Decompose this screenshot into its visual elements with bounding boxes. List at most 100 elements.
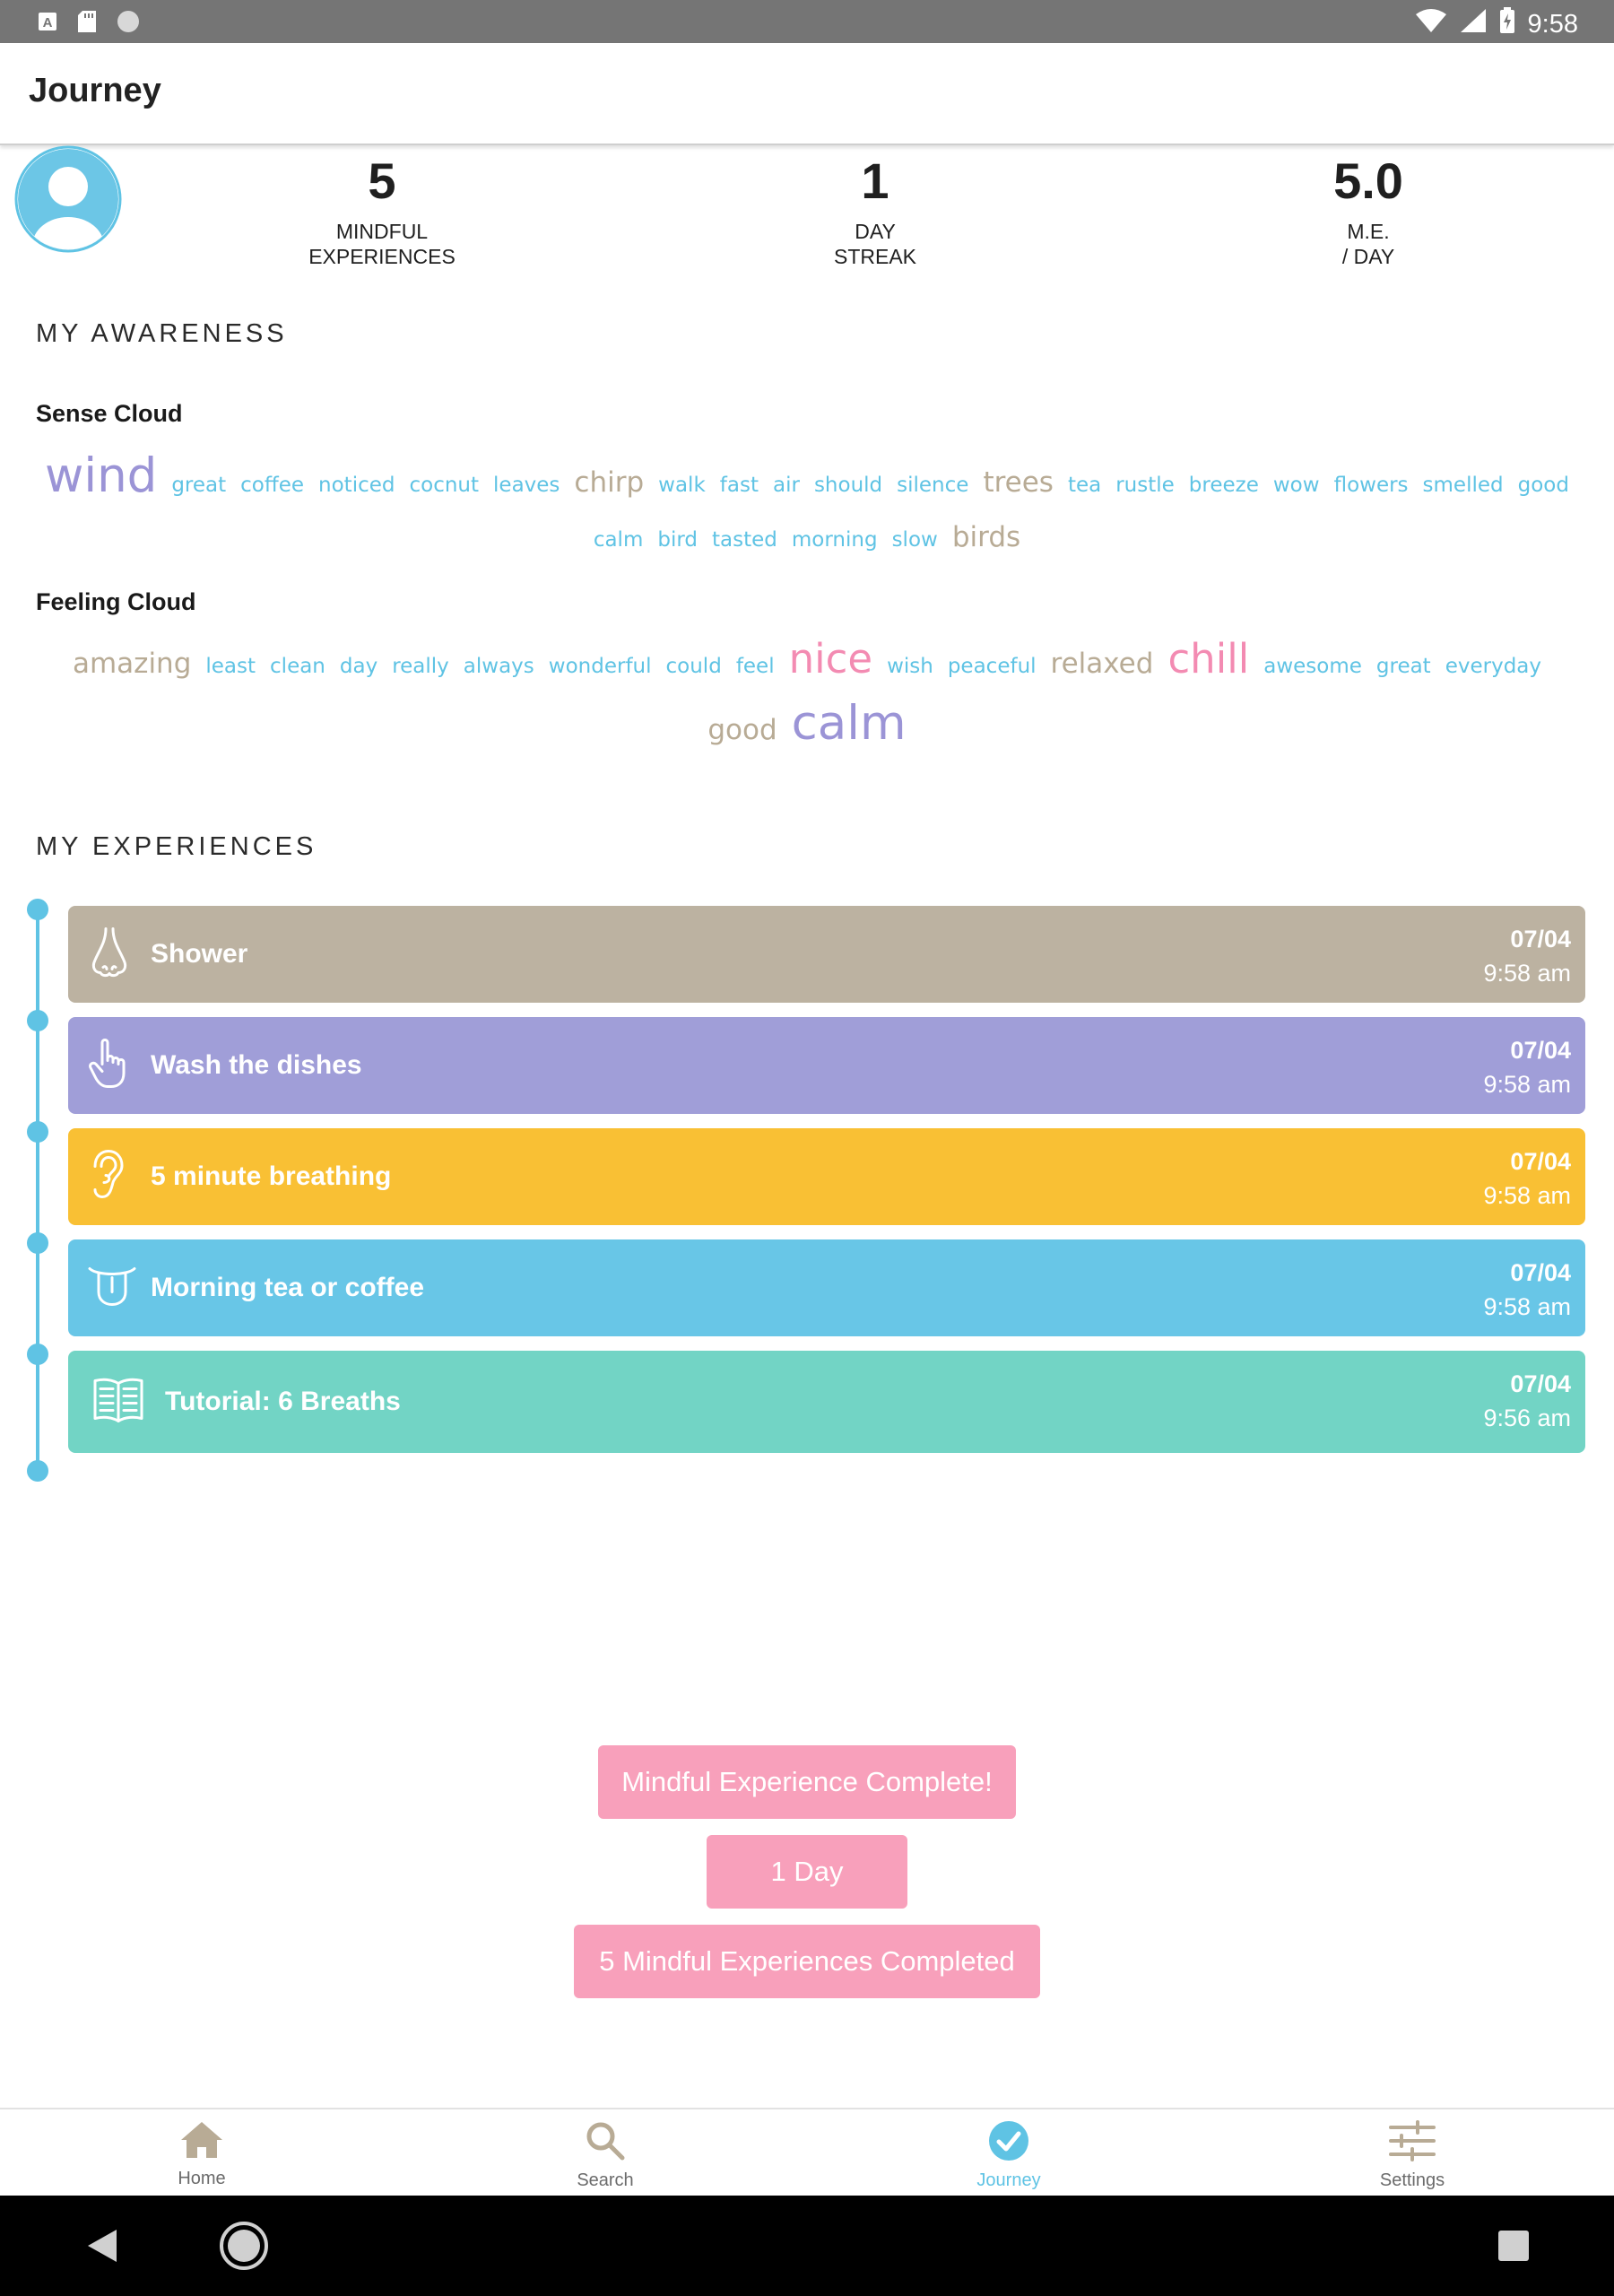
cloud-word: tea [1067, 474, 1102, 497]
search-icon [585, 2122, 626, 2166]
cloud-word: slow [891, 528, 938, 552]
cloud-word: relaxed [1050, 648, 1154, 680]
timeline-dot [27, 1010, 48, 1031]
nav-label: Journey [976, 2170, 1041, 2190]
home-circle-icon[interactable] [219, 2221, 269, 2275]
cloud-word: amazing [72, 648, 192, 680]
timeline-dot [27, 1121, 48, 1143]
cloud-word: clean [270, 655, 325, 678]
stat-day-streak: 1 DAY STREAK [714, 156, 1037, 269]
experience-card-tea-coffee[interactable]: Morning tea or coffee 07/04 9:58 am [68, 1239, 1585, 1336]
avatar[interactable] [14, 145, 122, 253]
experiences-heading: MY EXPERIENCES [36, 832, 317, 861]
cloud-word: calm [593, 528, 644, 552]
toast-mindful-complete: Mindful Experience Complete! [598, 1745, 1016, 1819]
cloud-word: awesome [1263, 655, 1362, 678]
check-circle-icon [988, 2121, 1029, 2166]
experience-datetime: 07/04 9:58 am [1483, 1148, 1571, 1209]
cloud-word: air [772, 474, 800, 497]
awareness-heading: MY AWARENESS [36, 319, 288, 348]
cloud-word: should [813, 474, 883, 497]
cloud-word: wind [45, 448, 158, 503]
ear-icon [88, 1149, 127, 1205]
nose-icon [88, 926, 131, 983]
cloud-word: always [463, 655, 534, 678]
feeling-cloud-heading: Feeling Cloud [36, 588, 196, 615]
hand-pointer-icon [88, 1038, 129, 1094]
sliders-icon [1389, 2120, 1436, 2166]
back-icon[interactable] [84, 2228, 120, 2268]
stat-value: 5 [368, 152, 396, 209]
experience-title: Wash the dishes [151, 1050, 362, 1080]
experience-datetime: 07/04 9:58 am [1483, 926, 1571, 987]
experience-card-tutorial[interactable]: Tutorial: 6 Breaths 07/04 9:56 am [68, 1351, 1585, 1453]
nav-label: Settings [1379, 2170, 1445, 2190]
stat-me-per-day: 5.0 M.E. / DAY [1207, 156, 1530, 269]
experience-title: 5 minute breathing [151, 1161, 392, 1191]
nav-journey[interactable]: Journey [919, 2120, 1098, 2191]
nav-label: Search [577, 2170, 634, 2190]
sd-card-icon [77, 10, 97, 38]
stat-mindful-experiences: 5 MINDFUL EXPERIENCES [221, 156, 543, 269]
home-icon [179, 2122, 224, 2164]
cloud-word: breeze [1188, 474, 1259, 497]
cloud-word: everyday [1445, 655, 1542, 678]
cloud-word: leaves [493, 474, 560, 497]
recents-icon[interactable] [1497, 2230, 1530, 2266]
cloud-word: wow [1272, 474, 1320, 497]
stat-value: 1 [861, 152, 889, 209]
toast-day-streak: 1 Day Streak! [707, 1835, 907, 1961]
cloud-word: coffee [240, 474, 305, 497]
experience-card-breathing[interactable]: 5 minute breathing 07/04 9:58 am [68, 1128, 1585, 1225]
toast-experiences-completed: 5 Mindful Experiences Completed [574, 1925, 1040, 1998]
cloud-word: fast [719, 474, 759, 497]
status-right: 9:58 [1415, 7, 1578, 41]
cloud-word: silence [897, 474, 969, 497]
stat-label: MINDFUL EXPERIENCES [308, 220, 456, 268]
signal-icon [1460, 8, 1487, 40]
nav-home[interactable]: Home [112, 2120, 291, 2189]
nav-search[interactable]: Search [516, 2120, 695, 2191]
cloud-word: really [392, 655, 449, 678]
cloud-word: wonderful [548, 655, 652, 678]
bottom-nav: Home Search Journey Settings [0, 2108, 1614, 2197]
cloud-word: good [1517, 474, 1569, 497]
feeling-cloud: amazing least clean day really always wonderfu… [36, 628, 1578, 756]
stat-label: M.E. / DAY [1341, 220, 1395, 268]
cloud-word: peaceful [947, 655, 1037, 678]
clock: 9:58 [1527, 9, 1578, 39]
a-icon: A [38, 12, 57, 36]
status-bar: A 9:58 [0, 0, 1614, 43]
sense-cloud: wind great coffee noticed cocnut leaves chirp w… [36, 445, 1578, 566]
cloud-word: great [1375, 655, 1431, 678]
nav-label: Home [178, 2169, 226, 2188]
cloud-word: calm [791, 696, 907, 751]
stat-value: 5.0 [1333, 152, 1403, 209]
experience-title: Shower [151, 939, 248, 969]
cloud-word: rustle [1115, 474, 1175, 497]
wifi-icon [1415, 8, 1447, 40]
cloud-word: nice [788, 635, 873, 683]
app-bar: Journey [0, 43, 1614, 145]
nav-settings[interactable]: Settings [1323, 2120, 1502, 2191]
cloud-word: walk [658, 474, 706, 497]
cloud-word: wish [887, 655, 933, 678]
experience-card-shower[interactable]: Shower 07/04 9:58 am [68, 906, 1585, 1003]
cloud-word: flowers [1333, 474, 1409, 497]
stat-label: DAY STREAK [833, 220, 917, 268]
timeline-dot [27, 1232, 48, 1254]
cloud-word: chirp [574, 466, 645, 499]
status-left-icons: A [38, 10, 140, 38]
cloud-word: great [171, 474, 227, 497]
experience-card-wash-dishes[interactable]: Wash the dishes 07/04 9:58 am [68, 1017, 1585, 1114]
tongue-icon [88, 1265, 136, 1311]
experience-title: Morning tea or coffee [151, 1273, 425, 1302]
cloud-word: feel [735, 655, 775, 678]
page-title: Journey [29, 72, 161, 109]
cloud-word: day [339, 655, 378, 678]
timeline-dot [27, 899, 48, 920]
experience-datetime: 07/04 9:58 am [1483, 1037, 1571, 1098]
battery-icon [1499, 7, 1515, 41]
cloud-word: good [707, 714, 777, 746]
cloud-word: chill [1167, 635, 1250, 683]
